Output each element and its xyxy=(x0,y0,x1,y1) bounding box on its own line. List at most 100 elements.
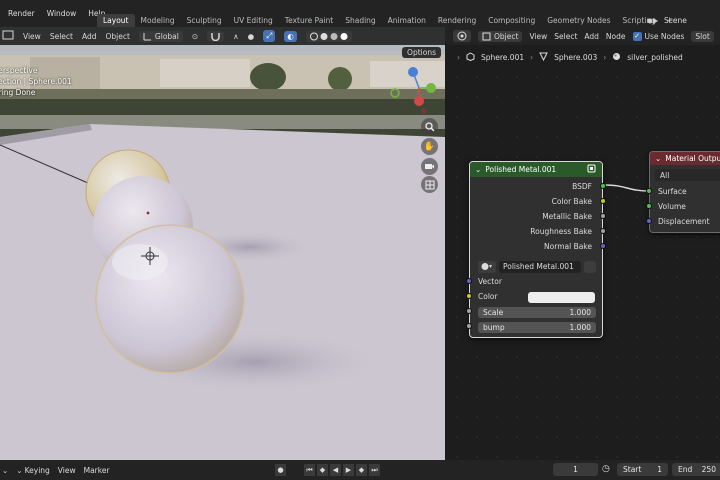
viewport-menu-view[interactable]: View xyxy=(23,32,41,41)
tab-rendering[interactable]: Rendering xyxy=(432,14,482,27)
slot-dropdown[interactable]: Slot xyxy=(691,30,714,42)
socket-surface-in[interactable] xyxy=(646,188,652,194)
viewport-editor-type-icon[interactable] xyxy=(2,30,14,42)
socket-roughness-bake-out[interactable] xyxy=(600,228,606,234)
timeline-menu-marker[interactable]: Marker xyxy=(84,466,110,475)
proportional-edit-icon[interactable]: ∧ xyxy=(233,32,239,41)
tab-sculpting[interactable]: Sculpting xyxy=(181,14,228,27)
socket-metallic-bake-out[interactable] xyxy=(600,213,606,219)
view-mode-text: Perspective xyxy=(0,66,38,75)
shading-modes[interactable] xyxy=(305,30,352,42)
output-roughness-bake-label: Roughness Bake xyxy=(530,227,592,236)
viewport-menu-add[interactable]: Add xyxy=(82,32,97,41)
jump-end-icon[interactable]: ⏭ xyxy=(369,464,380,476)
viewport-info-text: Perspective llection | Sphere.001 ering … xyxy=(0,65,72,98)
polished-metal-group-node[interactable]: ⌄ Polished Metal.001 BSDF Color Bake Met… xyxy=(466,161,606,338)
visibility-icon[interactable]: ● xyxy=(248,32,255,41)
render-target-dropdown[interactable]: All xyxy=(655,169,720,181)
node-group-icon[interactable] xyxy=(587,164,596,175)
node-menu-view[interactable]: View xyxy=(529,32,547,41)
end-frame-field[interactable]: End 250 xyxy=(672,463,720,476)
scene-selector[interactable]: Scene xyxy=(646,13,720,28)
options-button[interactable]: Options xyxy=(402,47,441,58)
breadcrumb-object[interactable]: Sphere.001 xyxy=(481,53,524,62)
viewport-header: View Select Add Object Global ⊙ ∧ ● ⤢ ◐ xyxy=(0,27,445,45)
navigation-gizmo[interactable] xyxy=(386,63,442,115)
socket-volume-in[interactable] xyxy=(646,203,652,209)
socket-color-bake-out[interactable] xyxy=(600,198,606,204)
node-header[interactable]: ⌄ Material Output xyxy=(650,152,720,165)
mesh-icon xyxy=(466,52,475,63)
pan-hand-icon[interactable]: ✋ xyxy=(421,138,438,155)
menu-render[interactable]: Render xyxy=(2,9,41,18)
node-menu-add[interactable]: Add xyxy=(584,32,599,41)
socket-normal-bake-out[interactable] xyxy=(600,243,606,249)
overlay-toggle[interactable]: ◐ xyxy=(284,30,297,42)
start-frame-field[interactable]: Start 1 xyxy=(617,463,668,476)
collapse-chevron-icon[interactable]: ⌄ xyxy=(475,165,481,174)
node-editor-header: Object View Select Add Node ✓ Use Nodes … xyxy=(447,27,720,45)
menu-window[interactable]: Window xyxy=(41,9,83,18)
socket-color-in[interactable] xyxy=(466,293,472,299)
breadcrumb-material[interactable]: silver_polished xyxy=(627,53,683,62)
prev-keyframe-icon[interactable]: ◆ xyxy=(317,464,328,476)
play-icon[interactable]: ▶ xyxy=(343,464,354,476)
zoom-icon[interactable] xyxy=(421,118,438,135)
camera-view-icon[interactable] xyxy=(421,158,438,175)
node-menu-node[interactable]: Node xyxy=(606,32,626,41)
jump-start-icon[interactable]: ⏮ xyxy=(304,464,315,476)
next-keyframe-icon[interactable]: ◆ xyxy=(356,464,367,476)
tab-texture-paint[interactable]: Texture Paint xyxy=(279,14,339,27)
current-frame-field[interactable]: 1 xyxy=(553,463,598,476)
socket-bsdf-out[interactable] xyxy=(600,183,606,189)
node-group-name[interactable]: Polished Metal.001 xyxy=(499,260,581,273)
scale-value: 1.000 xyxy=(569,308,591,317)
tab-modeling[interactable]: Modeling xyxy=(135,14,181,27)
socket-bump-in[interactable] xyxy=(466,323,472,329)
breadcrumb-mesh[interactable]: Sphere.003 xyxy=(554,53,597,62)
bump-field[interactable]: bump 1.000 xyxy=(478,322,596,333)
editor-type-dropdown[interactable] xyxy=(453,30,471,42)
clock-icon[interactable]: ◷ xyxy=(602,463,614,476)
node-tree-icon[interactable] xyxy=(478,260,496,273)
scale-field[interactable]: Scale 1.000 xyxy=(478,307,596,318)
socket-scale-in[interactable] xyxy=(466,308,472,314)
slot-label: Slot xyxy=(695,31,710,41)
scene-icon xyxy=(646,15,660,27)
node-menu-select[interactable]: Select xyxy=(554,32,577,41)
socket-vector-in[interactable] xyxy=(466,278,472,284)
viewport-menu-select[interactable]: Select xyxy=(50,32,73,41)
timeline-menu-view[interactable]: View xyxy=(58,466,76,475)
fake-user-shield-icon[interactable] xyxy=(584,260,596,273)
play-reverse-icon[interactable]: ◀ xyxy=(330,464,341,476)
tab-layout[interactable]: Layout xyxy=(97,14,135,27)
output-metallic-bake-label: Metallic Bake xyxy=(542,212,592,221)
tab-compositing[interactable]: Compositing xyxy=(482,14,541,27)
use-nodes-toggle[interactable]: ✓ Use Nodes xyxy=(632,31,684,41)
record-icon[interactable]: ● xyxy=(275,464,286,476)
breadcrumb: › Sphere.001 › Sphere.003 › silver_polis… xyxy=(457,52,683,63)
collapse-chevron-icon[interactable]: ⌄ xyxy=(655,154,661,163)
keying-menu[interactable]: ⌄ Keying xyxy=(16,466,50,475)
transform-orientation-dropdown[interactable]: Global xyxy=(138,30,183,42)
shader-type-dropdown[interactable]: Object xyxy=(478,30,523,42)
tab-animation[interactable]: Animation xyxy=(382,14,432,27)
material-output-node[interactable]: ⌄ Material Output All Surface Volume Dis… xyxy=(646,151,720,233)
input-volume-label: Volume xyxy=(658,202,686,211)
timeline-editor-icon[interactable]: ⌄ xyxy=(2,466,8,475)
shader-node-editor[interactable]: Object View Select Add Node ✓ Use Nodes … xyxy=(447,27,720,460)
tab-uv-editing[interactable]: UV Editing xyxy=(228,14,279,27)
node-header[interactable]: ⌄ Polished Metal.001 xyxy=(470,162,602,177)
3d-viewport[interactable]: View Select Add Object Global ⊙ ∧ ● ⤢ ◐ … xyxy=(0,27,445,460)
node-group-datablock[interactable]: Polished Metal.001 xyxy=(478,260,596,273)
tab-geometry-nodes[interactable]: Geometry Nodes xyxy=(541,14,616,27)
end-value: 250 xyxy=(701,465,716,474)
socket-displacement-in[interactable] xyxy=(646,218,652,224)
viewport-menu-object[interactable]: Object xyxy=(105,32,129,41)
pivot-icon[interactable]: ⊙ xyxy=(192,32,198,41)
gizmo-toggle[interactable]: ⤢ xyxy=(263,30,276,42)
color-swatch[interactable] xyxy=(528,292,595,303)
snap-toggle[interactable] xyxy=(207,30,225,42)
tab-shading[interactable]: Shading xyxy=(339,14,381,27)
perspective-grid-icon[interactable] xyxy=(421,176,438,193)
